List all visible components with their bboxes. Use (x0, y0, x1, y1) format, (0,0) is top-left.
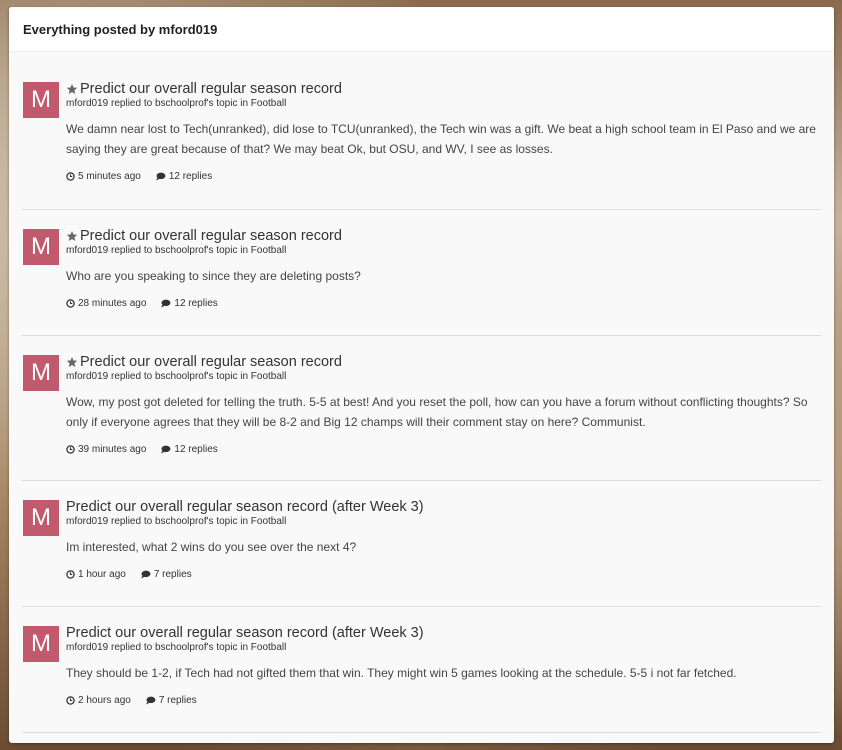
post-content: They should be 1-2, if Tech had not gift… (66, 666, 737, 680)
post-title: Predict our overall regular season recor… (80, 81, 342, 97)
activity-panel: Everything posted by mford019 M Predict … (9, 7, 834, 743)
post-replies[interactable]: 12 replies (160, 298, 218, 309)
star-icon (66, 84, 78, 94)
avatar[interactable]: M (23, 82, 59, 118)
panel-header: Everything posted by mford019 (9, 7, 834, 52)
post-replies[interactable]: 7 replies (145, 695, 197, 706)
post-time[interactable]: 5 minutes ago (66, 171, 141, 182)
clock-icon (66, 696, 75, 705)
post-content: Who are you speaking to since they are d… (66, 269, 361, 283)
post-title-link[interactable]: Predict our overall regular season recor… (66, 499, 821, 515)
post-replies[interactable]: 12 replies (155, 171, 212, 182)
comment-icon (155, 172, 166, 181)
post-title: Predict our overall regular season recor… (80, 354, 342, 370)
star-icon (66, 357, 78, 367)
clock-icon (66, 445, 75, 454)
post-meta: mford019 replied to bschoolprof's topic … (66, 642, 287, 653)
comment-icon (140, 570, 151, 579)
post-title-link[interactable]: Predict our overall regular season recor… (66, 625, 821, 641)
post-title: Predict our overall regular season recor… (66, 625, 424, 641)
post-replies-text: 12 replies (174, 444, 218, 455)
post-time-text: 5 minutes ago (78, 171, 141, 182)
post-time-text: 1 hour ago (78, 569, 126, 580)
clock-icon (66, 299, 75, 308)
post-title-link[interactable]: Predict our overall regular season recor… (66, 81, 821, 97)
post-meta: mford019 replied to bschoolprof's topic … (66, 98, 287, 109)
post-time-text: 28 minutes ago (78, 298, 147, 309)
post-replies[interactable]: 7 replies (140, 569, 192, 580)
post-time-text: 39 minutes ago (78, 444, 147, 455)
post-title-link[interactable]: Predict our overall regular season recor… (66, 354, 821, 370)
post-time[interactable]: 39 minutes ago (66, 444, 146, 455)
post-title: Predict our overall regular season recor… (80, 228, 342, 244)
post-title-link[interactable]: Predict our overall regular season recor… (66, 228, 821, 244)
post-content: Im interested, what 2 wins do you see ov… (66, 540, 357, 554)
post-title: Predict our overall regular season recor… (66, 499, 424, 515)
list-item: M Predict our overall regular season rec… (22, 52, 821, 210)
post-time[interactable]: 28 minutes ago (66, 298, 146, 309)
post-time-text: 2 hours ago (78, 695, 131, 706)
page-title: Everything posted by mford019 (23, 21, 218, 37)
list-item: M Predict our overall regular season rec… (22, 336, 821, 481)
post-time[interactable]: 1 hour ago (66, 569, 126, 580)
post-meta: mford019 replied to bschoolprof's topic … (66, 516, 287, 527)
list-item: M Predict our overall regular season rec… (22, 607, 821, 733)
post-meta: mford019 replied to bschoolprof's topic … (66, 371, 287, 382)
clock-icon (66, 172, 75, 181)
post-time[interactable]: 2 hours ago (66, 695, 131, 706)
post-content: We damn near lost to Tech(unranked), did… (66, 122, 816, 156)
post-replies-text: 12 replies (174, 298, 218, 309)
post-replies[interactable]: 12 replies (160, 444, 218, 455)
list-item: M Predict our overall regular season rec… (22, 481, 821, 607)
clock-icon (66, 570, 75, 579)
list-item: M Predict our overall regular season rec… (22, 210, 821, 336)
post-replies-text: 7 replies (153, 569, 192, 580)
avatar[interactable]: M (23, 626, 59, 662)
avatar[interactable]: M (23, 500, 59, 536)
post-replies-text: 12 replies (168, 171, 213, 182)
post-meta: mford019 replied to bschoolprof's topic … (66, 245, 287, 256)
comment-icon (145, 696, 156, 705)
comment-icon (161, 299, 171, 308)
post-replies-text: 7 replies (158, 695, 197, 706)
post-content: Wow, my post got deleted for telling the… (66, 395, 808, 429)
avatar[interactable]: M (23, 229, 59, 265)
avatar[interactable]: M (23, 355, 59, 391)
star-icon (66, 231, 78, 241)
comment-icon (161, 445, 171, 454)
